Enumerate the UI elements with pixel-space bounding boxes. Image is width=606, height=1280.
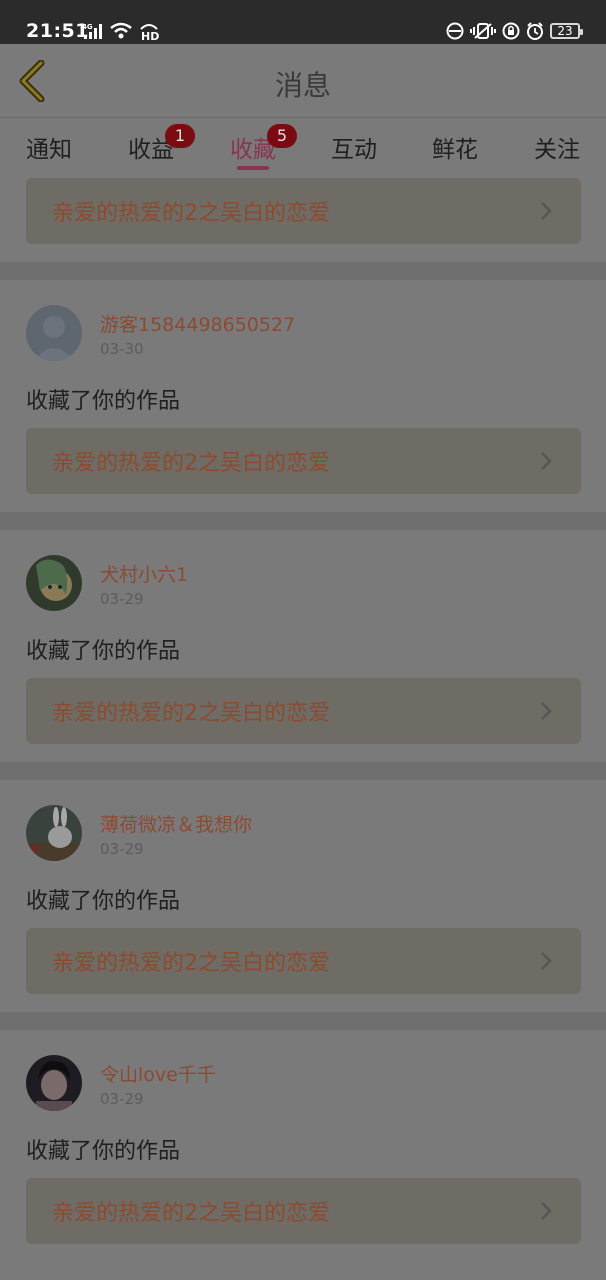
tab-interaction[interactable]: 互动 <box>314 130 394 170</box>
work-title: 亲爱的热爱的2之吴白的恋爱 <box>52 701 330 726</box>
tab-label: 鲜花 <box>432 137 478 163</box>
action-text: 收藏了你的作品 <box>26 389 181 414</box>
item-separator <box>0 512 606 530</box>
user-name[interactable]: 犬村小六1 <box>100 560 188 587</box>
status-bar: 21:51 4G HD 23 <box>0 0 606 44</box>
tab-label: 通知 <box>26 137 72 163</box>
work-title: 亲爱的热爱的2之吴白的恋爱 <box>52 1201 330 1226</box>
date-label: 03-29 <box>100 590 144 608</box>
work-link[interactable]: 亲爱的热爱的2之吴白的恋爱 <box>26 178 581 244</box>
tab-bar: 通知 收益 1 收藏 5 互动 鲜花 关注 <box>0 118 606 178</box>
page-title: 消息 <box>274 69 331 102</box>
vibrate-icon <box>470 22 496 40</box>
date-label: 03-29 <box>100 840 144 858</box>
lock-icon <box>502 22 520 40</box>
mute-icon <box>446 22 464 40</box>
header-bar: 消息 <box>0 44 606 118</box>
tab-notification[interactable]: 通知 <box>9 130 89 170</box>
user-name[interactable]: 令山love千千 <box>100 1060 216 1087</box>
item-separator <box>0 1012 606 1030</box>
wifi-icon <box>110 22 132 40</box>
user-name[interactable]: 游客1584498650527 <box>100 310 295 337</box>
work-link[interactable]: 亲爱的热爱的2之吴白的恋爱 <box>26 928 581 994</box>
avatar[interactable] <box>26 805 82 861</box>
item-separator <box>0 762 606 780</box>
work-link[interactable]: 亲爱的热爱的2之吴白的恋爱 <box>26 1178 581 1244</box>
avatar[interactable] <box>26 305 82 361</box>
tab-label: 互动 <box>331 137 377 163</box>
work-title: 亲爱的热爱的2之吴白的恋爱 <box>52 951 330 976</box>
tab-earnings[interactable]: 收益 1 <box>111 124 195 170</box>
work-link[interactable]: 亲爱的热爱的2之吴白的恋爱 <box>26 428 581 494</box>
chevron-right-icon <box>531 946 561 976</box>
active-tab-indicator <box>237 166 269 170</box>
work-title: 亲爱的热爱的2之吴白的恋爱 <box>52 201 330 226</box>
unread-badge: 1 <box>165 124 195 148</box>
battery-icon: 23 <box>550 23 583 39</box>
item-separator <box>0 262 606 280</box>
date-label: 03-29 <box>100 1090 144 1108</box>
work-link[interactable]: 亲爱的热爱的2之吴白的恋爱 <box>26 678 581 744</box>
avatar[interactable] <box>26 555 82 611</box>
status-time: 21:51 <box>26 20 89 42</box>
chevron-right-icon <box>531 446 561 476</box>
tab-favorites[interactable]: 收藏 5 <box>213 124 297 170</box>
date-label: 03-30 <box>100 340 144 358</box>
svg-text:HD: HD <box>141 30 159 41</box>
tab-follow[interactable]: 关注 <box>517 130 597 170</box>
signal-icon: 4G <box>82 22 104 40</box>
tab-flowers[interactable]: 鲜花 <box>415 130 495 170</box>
work-title: 亲爱的热爱的2之吴白的恋爱 <box>52 451 330 476</box>
chevron-right-icon <box>531 1196 561 1226</box>
alarm-icon <box>526 22 544 40</box>
action-text: 收藏了你的作品 <box>26 1139 181 1164</box>
unread-badge: 5 <box>267 124 297 148</box>
chevron-right-icon <box>531 196 561 226</box>
battery-level: 23 <box>557 24 573 38</box>
avatar[interactable] <box>26 1055 82 1111</box>
tab-label: 关注 <box>534 137 580 163</box>
hd-call-icon: HD <box>138 21 160 41</box>
svg-text:4G: 4G <box>82 23 93 31</box>
action-text: 收藏了你的作品 <box>26 889 181 914</box>
action-text: 收藏了你的作品 <box>26 639 181 664</box>
user-name[interactable]: 薄荷微凉＆我想你 <box>100 810 252 837</box>
chevron-right-icon <box>531 696 561 726</box>
